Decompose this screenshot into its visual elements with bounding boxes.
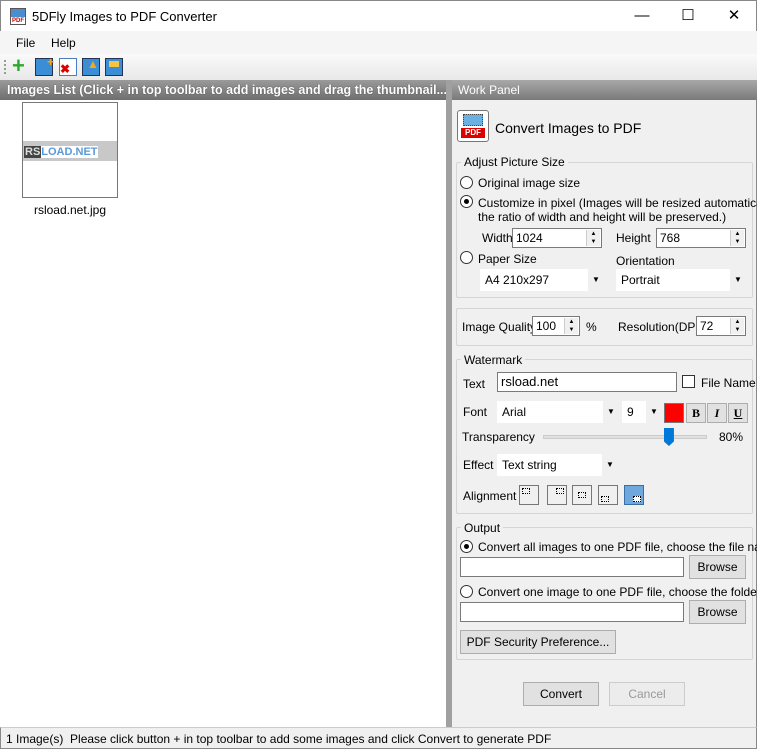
window-title: 5DFly Images to PDF Converter xyxy=(32,9,217,24)
font-label: Font xyxy=(463,405,488,419)
align-center-button[interactable] xyxy=(572,485,592,505)
customize-label-1: Customize in pixel (Images will be resiz… xyxy=(478,196,757,210)
italic-button[interactable]: I xyxy=(707,403,727,423)
width-input[interactable]: 1024 ▲ ▼ xyxy=(512,228,602,248)
font-size-select[interactable]: 9 ▼ xyxy=(622,401,662,423)
chevron-down-icon: ▼ xyxy=(646,401,662,423)
file-name-checkbox[interactable] xyxy=(682,375,695,388)
convert-button[interactable]: Convert xyxy=(523,682,599,706)
title-bar: PDF 5DFly Images to PDF Converter — ☐ ✕ xyxy=(0,0,757,31)
remove-icon[interactable]: ✖ xyxy=(59,58,77,76)
orientation-label: Orientation xyxy=(616,254,675,268)
font-color-button[interactable] xyxy=(664,403,684,423)
height-spinner[interactable]: ▲ ▼ xyxy=(730,230,744,246)
thumb-logo-a: RS xyxy=(24,146,42,158)
underline-button[interactable]: U xyxy=(728,403,748,423)
alignment-label: Alignment xyxy=(463,489,517,503)
watermark-text-label: Text xyxy=(463,377,486,391)
align-bottom-left-button[interactable] xyxy=(598,485,618,505)
one-to-one-radio[interactable] xyxy=(460,585,473,598)
height-label: Height xyxy=(616,231,651,245)
width-label: Width xyxy=(482,231,513,245)
transparency-slider[interactable] xyxy=(543,435,707,439)
output-folder-input[interactable] xyxy=(460,602,684,622)
watermark-text-input[interactable]: rsload.net xyxy=(497,372,677,392)
all-to-one-label: Convert all images to one PDF file, choo… xyxy=(478,540,757,554)
paper-size-label: Paper Size xyxy=(478,252,537,266)
maximize-button[interactable]: ☐ xyxy=(665,1,711,32)
image-quality-label: Image Quality xyxy=(462,320,537,334)
align-top-right-button[interactable] xyxy=(547,485,567,505)
menu-help[interactable]: Help xyxy=(51,36,76,50)
dpi-input[interactable]: 72 ▲ ▼ xyxy=(696,316,746,336)
paper-size-radio[interactable] xyxy=(460,251,473,264)
output-legend: Output xyxy=(461,521,504,535)
transparency-label: Transparency xyxy=(462,430,535,444)
align-top-left-button[interactable] xyxy=(519,485,539,505)
height-input[interactable]: 768 ▲ ▼ xyxy=(656,228,746,248)
chevron-down-icon: ▼ xyxy=(588,269,604,291)
browse-folder-button[interactable]: Browse xyxy=(689,600,746,624)
width-spinner[interactable]: ▲ ▼ xyxy=(586,230,600,246)
chevron-down-icon: ▼ xyxy=(603,401,619,423)
font-select[interactable]: Arial ▼ xyxy=(497,401,619,423)
open-folder-icon[interactable]: ▲ xyxy=(82,57,100,76)
save-icon[interactable] xyxy=(105,58,123,76)
work-panel: PDF Convert Images to PDF Adjust Picture… xyxy=(452,100,757,727)
image-filename: rsload.net.jpg xyxy=(33,203,107,217)
close-button[interactable]: ✕ xyxy=(711,1,757,32)
browse-file-button[interactable]: Browse xyxy=(689,555,746,579)
customize-label-2: the ratio of width and height will be pr… xyxy=(478,210,727,224)
all-to-one-radio[interactable] xyxy=(460,540,473,553)
app-icon: PDF xyxy=(10,8,26,25)
status-text: 1 Image(s) Please click button + in top … xyxy=(6,732,552,746)
one-to-one-label: Convert one image to one PDF file, choos… xyxy=(478,585,757,599)
original-size-label: Original image size xyxy=(478,176,581,190)
add-icon[interactable]: + xyxy=(12,55,30,77)
dpi-spinner[interactable]: ▲ ▼ xyxy=(730,318,744,334)
adjust-legend: Adjust Picture Size xyxy=(461,155,568,169)
chevron-down-icon: ▼ xyxy=(730,269,746,291)
toolbar: + + ✖ ▲ xyxy=(0,54,757,80)
minimize-button[interactable]: — xyxy=(619,1,665,32)
pdf-security-button[interactable]: PDF Security Preference... xyxy=(460,630,616,654)
quality-spinner[interactable]: ▲ ▼ xyxy=(564,318,578,334)
bold-button[interactable]: B xyxy=(686,403,706,423)
image-thumbnail[interactable]: RSLOAD.NET xyxy=(22,102,118,198)
images-list-header: Images List (Click + in top toolbar to a… xyxy=(0,80,446,100)
add-folder-icon[interactable]: + xyxy=(35,55,54,76)
original-size-radio[interactable] xyxy=(460,176,473,189)
work-panel-header: Work Panel xyxy=(452,80,757,100)
cancel-button[interactable]: Cancel xyxy=(609,682,685,706)
images-list[interactable]: RSLOAD.NET rsload.net.jpg xyxy=(0,100,446,727)
transparency-value: 80% xyxy=(719,430,744,444)
chevron-down-icon: ▼ xyxy=(602,454,618,476)
dpi-label: Resolution(DPI) xyxy=(618,320,703,334)
status-bar: 1 Image(s) Please click button + in top … xyxy=(0,727,757,749)
menu-file[interactable]: File xyxy=(16,36,35,50)
effect-select[interactable]: Text string ▼ xyxy=(497,454,618,476)
customize-pixel-radio[interactable] xyxy=(460,195,473,208)
image-quality-input[interactable]: 100 ▲ ▼ xyxy=(532,316,580,336)
thumb-logo-b: LOAD.NET xyxy=(41,146,98,158)
paper-size-select[interactable]: A4 210x297 ▼ xyxy=(480,269,604,291)
toolbar-grip xyxy=(4,60,6,74)
pdf-icon: PDF xyxy=(457,110,489,142)
align-bottom-right-button[interactable] xyxy=(624,485,644,505)
orientation-select[interactable]: Portrait ▼ xyxy=(616,269,746,291)
panel-title: Convert Images to PDF xyxy=(495,120,642,136)
effect-label: Effect xyxy=(463,458,494,472)
watermark-legend: Watermark xyxy=(461,353,526,367)
output-file-input[interactable] xyxy=(460,557,684,577)
file-name-label: File Name xyxy=(701,376,756,390)
quality-unit: % xyxy=(586,320,597,334)
menu-bar: File Help xyxy=(0,31,757,54)
